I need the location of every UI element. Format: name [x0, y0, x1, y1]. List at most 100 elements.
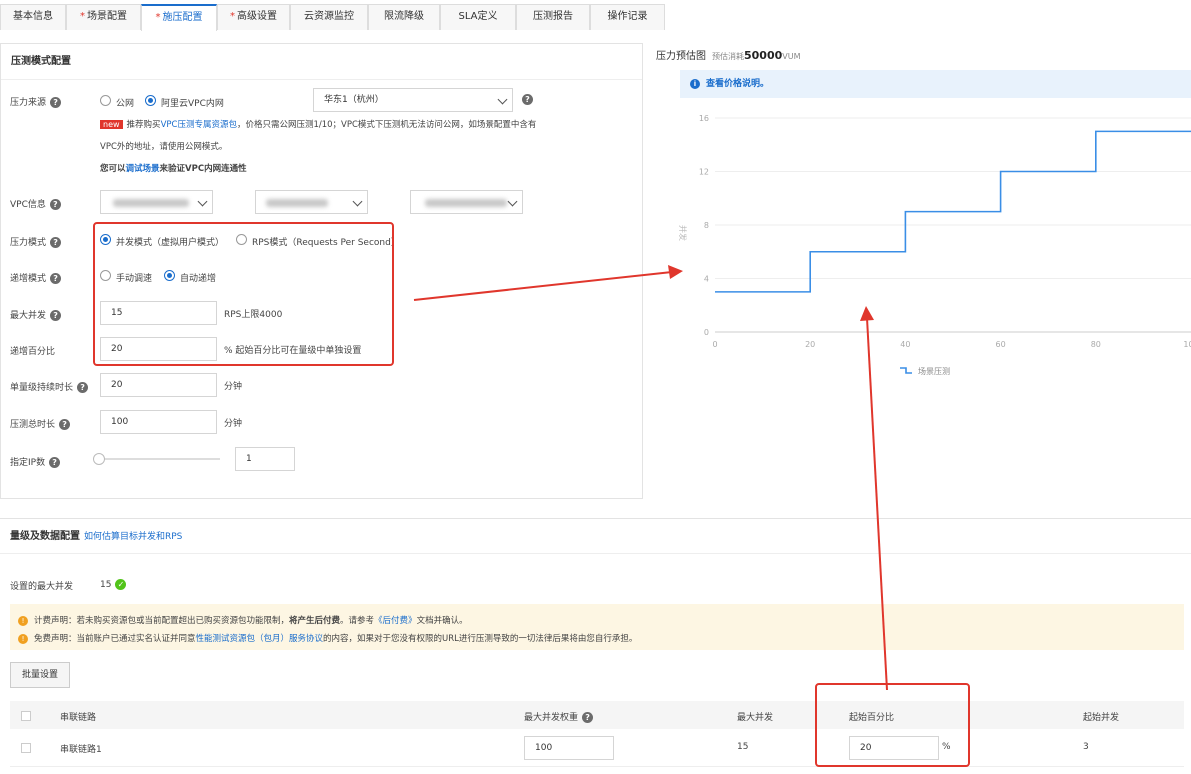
select-all-checkbox[interactable]: [21, 711, 31, 721]
col-start-concurrency: 起始并发: [1083, 713, 1120, 723]
required-star: *: [80, 11, 85, 22]
tab-label: 基本信息: [13, 11, 53, 22]
help-icon[interactable]: ?: [49, 457, 61, 468]
redacted-value: [425, 199, 507, 207]
tab-label: 施压配置: [162, 12, 203, 23]
help-icon[interactable]: ?: [50, 97, 62, 108]
y-tick-label: 4: [704, 275, 709, 284]
y-tick-label: 16: [699, 114, 709, 123]
tab-label: 高级设置: [237, 11, 277, 22]
weight-input[interactable]: 100: [524, 736, 614, 760]
tab-scene-config[interactable]: * 场景配置: [66, 4, 141, 30]
price-info-bar: i 查看价格说明。: [680, 70, 1191, 98]
region-value: 华东1（杭州）: [324, 95, 384, 105]
label-text: 递增模式: [10, 274, 47, 284]
x-tick-label: 0: [712, 340, 717, 349]
chevron-down-icon: [352, 196, 363, 207]
vpc-info-label: VPC信息?: [10, 197, 61, 210]
postpaid-doc-link[interactable]: 《后付费》: [374, 616, 417, 626]
vpc-note-2: VPC外的地址，请使用公网模式。: [100, 142, 228, 152]
label-text: 压力来源: [10, 98, 47, 108]
x-ticks: 0 20 40 60 80 100: [712, 340, 1191, 349]
ip-slider-track[interactable]: [100, 458, 220, 460]
radio-public-label: 公网: [116, 99, 135, 109]
radio-vpc[interactable]: [145, 95, 156, 106]
estimate-value: 50000: [744, 49, 783, 62]
tab-rate-limit[interactable]: 限流降级: [368, 4, 440, 30]
service-agreement-link[interactable]: 性能测试资源包（包月）服务协议: [196, 634, 324, 644]
tab-label: SLA定义: [458, 11, 498, 22]
ip-slider-handle[interactable]: [93, 453, 105, 465]
max-concurrency-cell: 15: [737, 742, 749, 752]
check-circle-icon: ✓: [115, 579, 127, 590]
tab-cloud-monitor[interactable]: 云资源监控: [290, 4, 368, 30]
help-icon[interactable]: ?: [50, 310, 62, 321]
header-text: 最大并发权重: [524, 713, 579, 723]
tab-label: 限流降级: [384, 11, 424, 22]
level-data-config-header: 量级及数据配置 如何估算目标并发和RPS: [0, 518, 1191, 554]
required-star: *: [230, 11, 235, 22]
notice-text: 文档并确认。: [416, 616, 468, 626]
y-tick-label: 12: [699, 168, 709, 177]
pressure-mode-label: 压力模式?: [10, 235, 62, 248]
panel-title: 压测模式配置: [1, 44, 642, 80]
tab-basic-info[interactable]: 基本信息: [0, 4, 66, 30]
step-duration-input[interactable]: 20: [100, 373, 217, 397]
chevron-down-icon: [507, 196, 518, 207]
label-text: 压测总时长: [10, 420, 56, 430]
y-ticks: 0 4 8 12 16: [699, 114, 709, 337]
estimate-text: 预估消耗50000VUM: [712, 49, 801, 62]
tab-advanced-settings[interactable]: * 高级设置: [217, 4, 290, 30]
vpc-package-link[interactable]: VPC压测专属资源包: [161, 120, 237, 130]
region-select[interactable]: 华东1（杭州）: [313, 88, 513, 112]
help-icon[interactable]: ?: [50, 237, 62, 248]
help-icon[interactable]: ?: [77, 382, 89, 393]
tab-sla[interactable]: SLA定义: [440, 4, 516, 30]
x-tick-label: 60: [996, 340, 1006, 349]
tab-label: 操作记录: [607, 11, 648, 22]
notice-box: ! 计费声明：若未购买资源包或当前配置超出已购买资源包功能限制，将产生后付费。请参…: [10, 604, 1184, 650]
debug-scene-link[interactable]: 调试场景: [126, 164, 160, 174]
note-text: 来验证VPC内网连通性: [159, 164, 247, 174]
vpc-note-3: 您可以调试场景来验证VPC内网连通性: [100, 162, 247, 174]
tab-bar: 基本信息 * 场景配置 * 施压配置 * 高级设置 云资源监控 限流降级 SLA定义 …: [0, 0, 665, 31]
pressure-source-label: 压力来源?: [10, 95, 62, 108]
help-icon[interactable]: ?: [49, 199, 61, 210]
highlight-box-start-percent: [815, 683, 970, 767]
help-icon[interactable]: ?: [50, 273, 62, 284]
notice-text: 。请参考: [340, 616, 375, 626]
chevron-down-icon: [197, 196, 208, 207]
label-text: VPC信息: [10, 200, 46, 210]
vpc-select[interactable]: [100, 190, 213, 214]
chart-title-text: 压力预估图: [656, 51, 706, 62]
ip-count-label: 指定IP数?: [10, 455, 61, 468]
tab-pressure-config[interactable]: * 施压配置: [141, 4, 217, 31]
step-duration-label: 单量级持续时长?: [10, 380, 89, 393]
help-icon[interactable]: ?: [59, 419, 71, 430]
security-group-select[interactable]: [410, 190, 523, 214]
total-duration-label: 压测总时长?: [10, 417, 71, 430]
x-tick-label: 100: [1183, 340, 1191, 349]
ip-count-input[interactable]: 1: [235, 447, 295, 471]
pressure-chart: 0 4 8 12 16 0 20 40 60 80 100 并发 场景压测: [678, 114, 1191, 376]
disclaimer-notice: ! 免费声明：当前账户已通过实名认证并同意性能测试资源包（包月）服务协议的内容，如…: [18, 632, 637, 644]
notice-bold: 将产生后付费: [289, 616, 341, 626]
warning-icon: !: [18, 633, 28, 644]
price-info-link[interactable]: 查看价格说明。: [706, 79, 769, 89]
new-badge: new: [100, 120, 123, 129]
tab-report[interactable]: 压测报告: [516, 4, 590, 30]
note-text: 您可以: [100, 164, 126, 174]
notice-text: 计费声明：若未购买资源包或当前配置超出已购买资源包功能限制，: [34, 616, 290, 626]
row-checkbox[interactable]: [21, 743, 31, 753]
tab-operation-log[interactable]: 操作记录: [590, 4, 665, 30]
batch-settings-button[interactable]: 批量设置: [10, 662, 70, 688]
radio-public[interactable]: [100, 95, 111, 106]
vpc-note-1: new 推荐购买VPC压测专属资源包，价格只需公网压测1/10；VPC模式下压测机…: [100, 118, 536, 130]
x-tick-label: 80: [1091, 340, 1101, 349]
total-duration-input[interactable]: 100: [100, 410, 217, 434]
vswitch-select[interactable]: [255, 190, 368, 214]
help-icon[interactable]: ?: [582, 712, 594, 723]
help-icon[interactable]: ?: [522, 94, 533, 105]
x-tick-label: 20: [805, 340, 815, 349]
estimate-help-link[interactable]: 如何估算目标并发和RPS: [84, 532, 182, 542]
